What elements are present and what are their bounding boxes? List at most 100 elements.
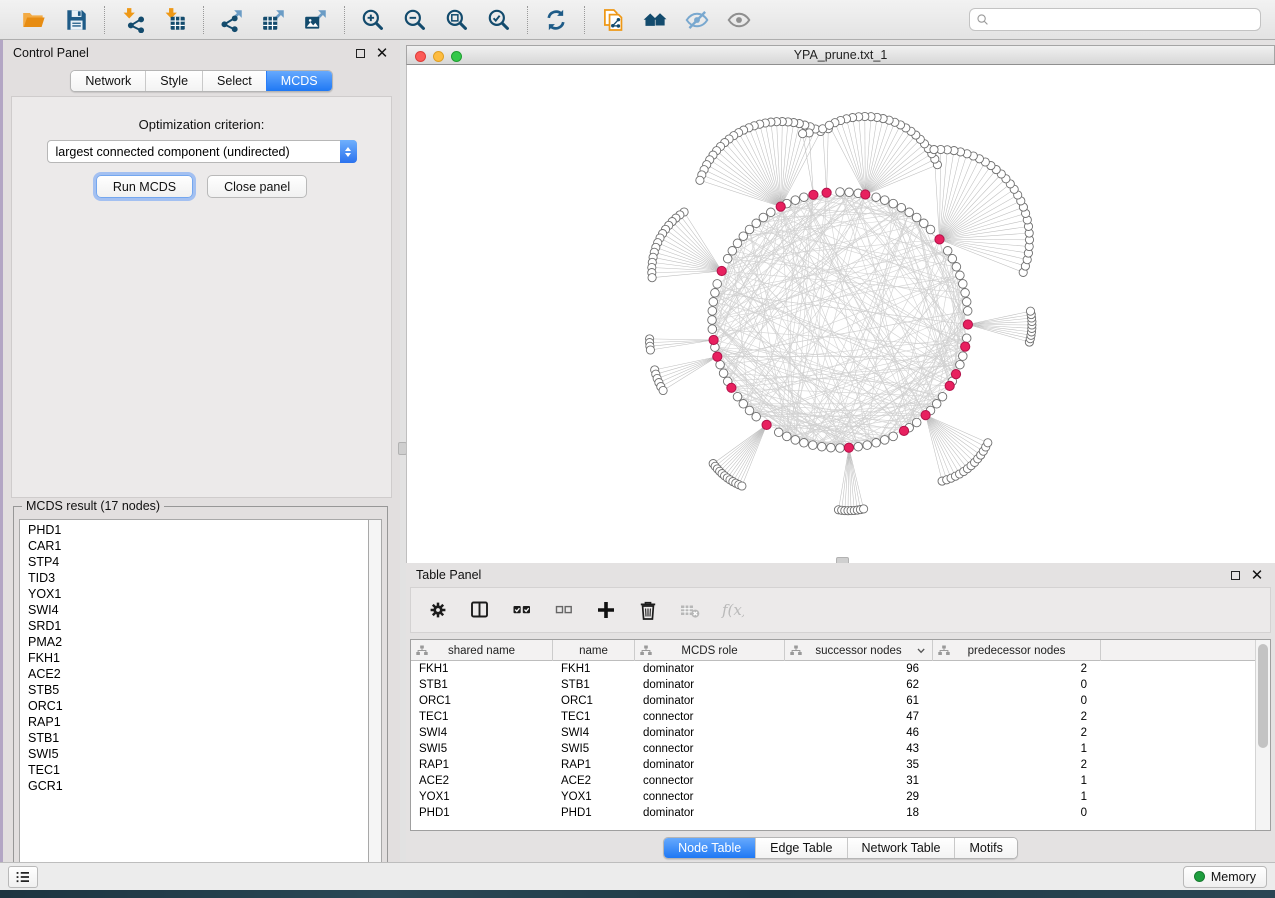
run-mcds-button[interactable]: Run MCDS bbox=[96, 175, 193, 198]
tab-mcds[interactable]: MCDS bbox=[266, 71, 332, 91]
table-cell: SWI5 bbox=[553, 741, 635, 757]
mcds-result-item[interactable]: STP4 bbox=[20, 554, 368, 570]
search-input[interactable] bbox=[994, 13, 1254, 27]
table-row[interactable]: RAP1RAP1dominator352 bbox=[411, 757, 1255, 773]
tab-style[interactable]: Style bbox=[145, 71, 202, 91]
table-cell: connector bbox=[635, 789, 785, 805]
toolbar-separator bbox=[203, 6, 204, 34]
add-column-button[interactable] bbox=[593, 597, 619, 623]
table-cell: 1 bbox=[933, 773, 1101, 789]
mcds-result-item[interactable]: PMA2 bbox=[20, 634, 368, 650]
mcds-result-item[interactable]: SRD1 bbox=[20, 618, 368, 634]
table-row[interactable]: ACE2ACE2connector311 bbox=[411, 773, 1255, 789]
mcds-result-item[interactable]: RAP1 bbox=[20, 714, 368, 730]
tab-network-table[interactable]: Network Table bbox=[847, 838, 955, 858]
plus-icon bbox=[594, 598, 618, 622]
tab-select[interactable]: Select bbox=[202, 71, 266, 91]
table-row[interactable]: SWI5SWI5connector431 bbox=[411, 741, 1255, 757]
mcds-result-legend: MCDS result (17 nodes) bbox=[22, 499, 164, 513]
table-scrollbar[interactable] bbox=[1255, 640, 1270, 830]
fx-icon: f(x) bbox=[720, 598, 744, 622]
window-close-button[interactable] bbox=[415, 51, 426, 62]
mcds-result-item[interactable]: GCR1 bbox=[20, 778, 368, 794]
first-neighbors-button[interactable] bbox=[637, 4, 673, 36]
table-row[interactable]: TEC1TEC1connector472 bbox=[411, 709, 1255, 725]
tab-edge-table[interactable]: Edge Table bbox=[755, 838, 846, 858]
column-header-MCDS-role[interactable]: MCDS role bbox=[635, 640, 785, 661]
table-scrollbar-thumb[interactable] bbox=[1258, 644, 1268, 748]
table-cell: YOX1 bbox=[553, 789, 635, 805]
close-panel-button[interactable]: ✕ bbox=[374, 45, 390, 61]
table-cell: 18 bbox=[785, 805, 933, 821]
window-minimize-button[interactable] bbox=[433, 51, 444, 62]
refresh-icon bbox=[543, 7, 569, 33]
criterion-dropdown[interactable]: largest connected component (undirected) bbox=[47, 140, 357, 163]
table-cell: 2 bbox=[933, 725, 1101, 741]
mcds-result-item[interactable]: SWI4 bbox=[20, 602, 368, 618]
task-history-button[interactable] bbox=[8, 866, 38, 888]
mcds-result-item[interactable]: STB5 bbox=[20, 682, 368, 698]
memory-label: Memory bbox=[1211, 870, 1256, 884]
export-image-button[interactable] bbox=[298, 4, 334, 36]
zoom-in-button[interactable] bbox=[355, 4, 391, 36]
table-cell: STB1 bbox=[553, 677, 635, 693]
window-zoom-button[interactable] bbox=[451, 51, 462, 62]
table-settings-button[interactable] bbox=[425, 597, 451, 623]
mcds-result-item[interactable]: FKH1 bbox=[20, 650, 368, 666]
mcds-list-scrollbar[interactable] bbox=[368, 519, 382, 872]
mcds-result-item[interactable]: SWI5 bbox=[20, 746, 368, 762]
duplicate-network-button[interactable] bbox=[595, 4, 631, 36]
table-cell: STB1 bbox=[411, 677, 553, 693]
tab-node-table[interactable]: Node Table bbox=[664, 838, 755, 858]
column-header-predecessor-nodes[interactable]: predecessor nodes bbox=[933, 640, 1101, 661]
mcds-result-item[interactable]: CAR1 bbox=[20, 538, 368, 554]
tab-motifs[interactable]: Motifs bbox=[954, 838, 1016, 858]
show-all-button[interactable] bbox=[721, 4, 757, 36]
memory-button[interactable]: Memory bbox=[1183, 866, 1267, 888]
table-cell: dominator bbox=[635, 693, 785, 709]
column-header-name[interactable]: name bbox=[553, 640, 635, 661]
mcds-result-item[interactable]: PHD1 bbox=[20, 522, 368, 538]
table-row[interactable]: STB1STB1dominator620 bbox=[411, 677, 1255, 693]
zoom-fit-button[interactable] bbox=[439, 4, 475, 36]
export-network-button[interactable] bbox=[214, 4, 250, 36]
deselect-all-button[interactable] bbox=[551, 597, 577, 623]
tab-network[interactable]: Network bbox=[71, 71, 145, 91]
mcds-result-item[interactable]: ACE2 bbox=[20, 666, 368, 682]
open-file-button[interactable] bbox=[16, 4, 52, 36]
table-row[interactable]: ORC1ORC1dominator610 bbox=[411, 693, 1255, 709]
table-row[interactable]: YOX1YOX1connector291 bbox=[411, 789, 1255, 805]
column-selector-button[interactable] bbox=[467, 597, 493, 623]
zoom-selected-button[interactable] bbox=[481, 4, 517, 36]
apply-layout-button[interactable] bbox=[538, 4, 574, 36]
mcds-result-item[interactable]: STB1 bbox=[20, 730, 368, 746]
import-table-button[interactable] bbox=[157, 4, 193, 36]
table-cell: PHD1 bbox=[553, 805, 635, 821]
float-panel-button[interactable] bbox=[352, 45, 368, 61]
select-all-button[interactable] bbox=[509, 597, 535, 623]
table-row[interactable]: PHD1PHD1dominator180 bbox=[411, 805, 1255, 821]
hide-selected-button[interactable] bbox=[679, 4, 715, 36]
zoom-out-button[interactable] bbox=[397, 4, 433, 36]
import-network-button[interactable] bbox=[115, 4, 151, 36]
table-row[interactable]: FKH1FKH1dominator962 bbox=[411, 661, 1255, 677]
network-canvas[interactable] bbox=[406, 65, 1275, 563]
delete-column-button[interactable] bbox=[635, 597, 661, 623]
table-cell: SWI4 bbox=[411, 725, 553, 741]
column-header-shared-name[interactable]: shared name bbox=[411, 640, 553, 661]
table-close-button[interactable]: ✕ bbox=[1249, 567, 1265, 583]
mcds-result-item[interactable]: TID3 bbox=[20, 570, 368, 586]
mcds-result-item[interactable]: ORC1 bbox=[20, 698, 368, 714]
mcds-result-item[interactable]: YOX1 bbox=[20, 586, 368, 602]
mcds-result-item[interactable]: TEC1 bbox=[20, 762, 368, 778]
float-icon bbox=[1231, 571, 1240, 580]
search-icon bbox=[976, 13, 990, 27]
mcds-tab-content: Optimization criterion: largest connecte… bbox=[11, 96, 392, 498]
table-float-button[interactable] bbox=[1227, 567, 1243, 583]
column-header-successor-nodes[interactable]: successor nodes bbox=[785, 640, 933, 661]
close-panel-button-mcds[interactable]: Close panel bbox=[207, 175, 307, 198]
export-table-button[interactable] bbox=[256, 4, 292, 36]
table-row[interactable]: SWI4SWI4dominator462 bbox=[411, 725, 1255, 741]
column-label: predecessor nodes bbox=[968, 645, 1066, 657]
save-session-button[interactable] bbox=[58, 4, 94, 36]
